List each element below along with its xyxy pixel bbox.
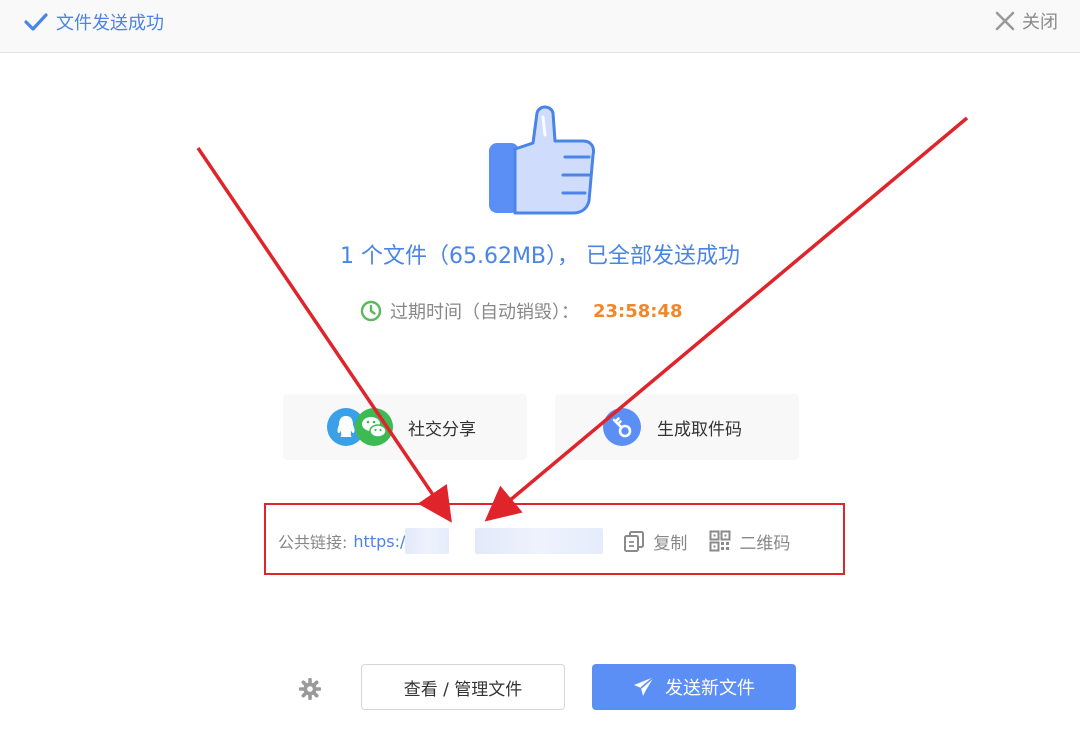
qr-code-label: 二维码 [739,533,791,554]
copy-icon [624,531,645,552]
social-share-label: 社交分享 [408,419,476,440]
expire-label: 过期时间（自动销毁）： [390,302,579,323]
manage-files-button[interactable]: 查看 / 管理文件 [361,664,565,710]
send-summary: 1 个文件（65.62MB）， 已全部发送成功 [339,244,741,269]
pickup-code-button[interactable]: 生成取件码 [555,394,799,460]
public-link-label: 公共链接: [278,533,348,552]
thumbs-up-icon [485,103,597,221]
redacted-url-part [405,528,450,554]
pickup-code-label: 生成取件码 [657,419,742,440]
public-link-row: 公共链接: https:/ 复制 二维码 [278,524,790,558]
key-icon [603,408,641,446]
copy-link-button[interactable]: 复制 [623,529,687,554]
send-new-file-button[interactable]: 发送新文件 [592,664,796,710]
paper-plane-icon [634,676,655,696]
qr-code-icon [709,530,731,552]
dialog-header: 文件发送成功 关闭 [0,0,1080,53]
close-icon [995,11,1015,31]
copy-link-label: 复制 [653,533,688,554]
expire-countdown: 23:58:48 [593,300,683,322]
clock-icon [360,300,382,322]
public-link-url[interactable]: https:/ [353,532,405,551]
close-button[interactable]: 关闭 [994,8,1058,34]
gear-icon [298,677,322,701]
annotation-arrow-left [196,147,452,523]
wechat-icon [355,408,393,446]
qr-code-button[interactable]: 二维码 [709,529,790,554]
dialog-title-text: 文件发送成功 [56,13,164,34]
dialog-title: 文件发送成功 [24,9,164,35]
send-new-file-label: 发送新文件 [665,678,755,699]
redacted-url-part [475,528,604,554]
manage-files-label: 查看 / 管理文件 [403,679,523,700]
close-label: 关闭 [1022,12,1058,33]
expire-row: 过期时间（自动销毁）： 23:58:48 [360,298,683,324]
settings-button[interactable] [298,677,322,704]
check-icon [24,13,48,31]
social-share-button[interactable]: 社交分享 [283,394,527,460]
